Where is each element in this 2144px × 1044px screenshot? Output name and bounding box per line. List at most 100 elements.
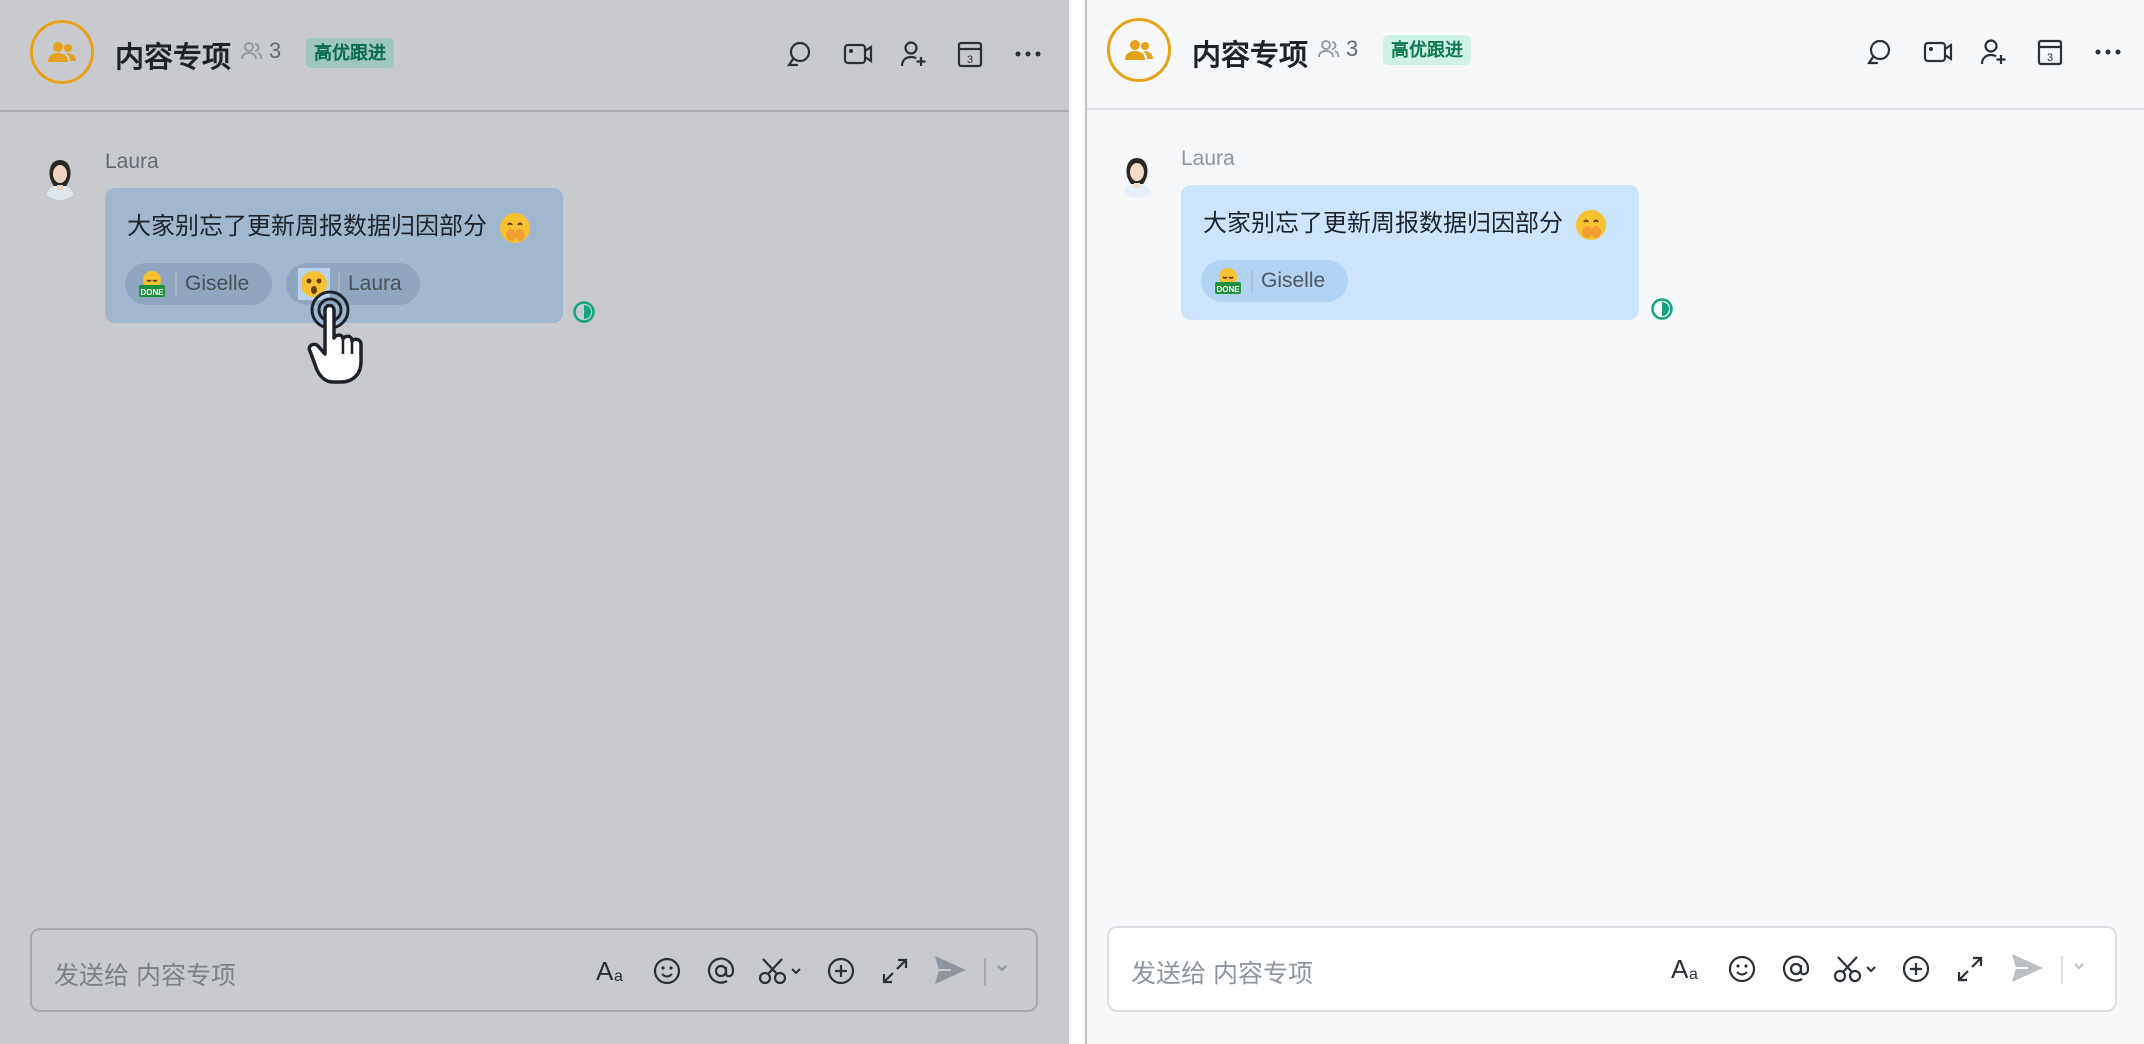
member-count[interactable]: 3 — [241, 38, 281, 64]
surprised-face-emoji — [298, 268, 330, 300]
priority-tag[interactable]: 高优跟进 — [1383, 35, 1471, 65]
svg-text:A: A — [596, 956, 614, 986]
member-count[interactable]: 3 — [1318, 36, 1358, 62]
message-bubble[interactable]: 大家别忘了更新周报数据归因部分 DONE Giselle — [105, 188, 563, 323]
members-icon — [241, 42, 263, 60]
reaction-user: Laura — [348, 272, 402, 295]
reaction-chip[interactable]: Laura — [286, 263, 420, 305]
text-format-button[interactable]: Aa — [1661, 950, 1715, 988]
emoji-button[interactable] — [1715, 950, 1769, 988]
mention-icon — [707, 957, 735, 984]
send-options-button[interactable] — [994, 960, 1010, 981]
add-member-button[interactable] — [1980, 34, 2037, 70]
text-format-button[interactable]: Aa — [586, 952, 640, 990]
message-text: 大家别忘了更新周报数据归因部分 — [127, 206, 532, 245]
chat-panel-after: 内容专项 3 高优跟进 3 Laura 大家别忘了更新周报数据归因部分 DONE… — [1087, 0, 2144, 1044]
message-bubble[interactable]: 大家别忘了更新周报数据归因部分 DONE Giselle — [1181, 185, 1639, 320]
video-call-button[interactable] — [1923, 34, 1980, 70]
search-button[interactable] — [786, 36, 843, 72]
add-button[interactable] — [1889, 950, 1943, 988]
text-format-icon: Aa — [596, 956, 623, 986]
svg-text:3: 3 — [2047, 52, 2053, 64]
reaction-separator — [175, 273, 177, 295]
more-icon — [2095, 49, 2121, 55]
add-member-button[interactable] — [900, 36, 957, 72]
group-icon — [1125, 40, 1153, 60]
send-button[interactable] — [932, 952, 968, 993]
chat-header: 内容专项 3 高优跟进 3 — [0, 0, 1069, 112]
screenshot-button[interactable] — [748, 952, 814, 990]
more-button[interactable] — [1014, 36, 1069, 72]
member-count-value: 3 — [269, 38, 282, 63]
message-composer[interactable]: 发送给 内容专项 Aa — [1107, 926, 2117, 1012]
scissors-icon — [1833, 956, 1876, 983]
screenshot-button[interactable] — [1823, 950, 1889, 988]
message-composer[interactable]: 发送给 内容专项 Aa — [30, 928, 1038, 1012]
message-content: 大家别忘了更新周报数据归因部分 — [127, 213, 487, 240]
avatar[interactable] — [1115, 150, 1159, 198]
mention-button[interactable] — [694, 952, 748, 990]
emoji-icon — [1728, 955, 1756, 983]
more-button[interactable] — [2094, 34, 2144, 70]
message-text: 大家别忘了更新周报数据归因部分 — [1203, 203, 1608, 242]
reaction-chip[interactable]: DONE Giselle — [1201, 260, 1348, 302]
reaction-user: Giselle — [1261, 269, 1326, 292]
reaction-user: Giselle — [185, 272, 250, 295]
svg-text:DONE: DONE — [140, 288, 164, 297]
calendar-icon: 3 — [957, 41, 983, 68]
avatar[interactable] — [38, 152, 82, 200]
composer-input[interactable]: 发送给 内容专项 — [1131, 954, 1313, 990]
reaction-separator — [1251, 270, 1253, 292]
shushing-face-emoji — [1575, 209, 1606, 240]
video-icon — [1923, 41, 1953, 63]
composer-input[interactable]: 发送给 内容专项 — [54, 956, 236, 992]
svg-text:a: a — [614, 968, 623, 985]
send-options-button[interactable] — [2071, 958, 2087, 979]
emoji-icon — [653, 957, 681, 985]
svg-text:A: A — [1671, 954, 1689, 984]
avatar-image — [1115, 150, 1159, 198]
group-avatar[interactable] — [1107, 18, 1171, 82]
expand-button[interactable] — [1943, 950, 1997, 988]
send-separator — [2061, 956, 2063, 984]
video-icon — [843, 43, 873, 65]
read-status-icon[interactable] — [572, 300, 596, 324]
video-call-button[interactable] — [843, 36, 900, 72]
mention-button[interactable] — [1769, 950, 1823, 988]
calendar-icon: 3 — [2037, 39, 2063, 66]
chat-title: 内容专项 — [1192, 40, 1309, 72]
composer-toolbar: Aa — [586, 952, 922, 990]
calendar-button[interactable]: 3 — [2037, 34, 2094, 70]
group-icon — [48, 42, 76, 62]
composer-toolbar: Aa — [1661, 950, 1997, 988]
search-button[interactable] — [1866, 34, 1923, 70]
message-content: 大家别忘了更新周报数据归因部分 — [1203, 210, 1563, 237]
expand-button[interactable] — [868, 952, 922, 990]
chat-title: 内容专项 — [115, 42, 232, 74]
read-status-icon[interactable] — [1650, 297, 1674, 321]
add-member-icon — [900, 41, 926, 67]
member-count-value: 3 — [1346, 36, 1359, 61]
chat-panel-before: 内容专项 3 高优跟进 3 Laura 大家别忘了更新周报数据归因部分 DONE… — [0, 0, 1069, 1044]
expand-icon — [882, 958, 908, 984]
done-emoji: DONE — [139, 271, 165, 297]
scissors-icon — [758, 958, 801, 985]
text-format-icon: Aa — [1671, 954, 1698, 984]
search-icon — [1866, 39, 1891, 65]
reaction-chip[interactable]: DONE Giselle — [125, 263, 272, 305]
sender-name[interactable]: Laura — [105, 150, 159, 174]
emoji-button[interactable] — [640, 952, 694, 990]
svg-text:3: 3 — [967, 54, 973, 66]
send-button[interactable] — [2009, 950, 2045, 991]
priority-tag[interactable]: 高优跟进 — [306, 38, 394, 68]
calendar-button[interactable]: 3 — [957, 36, 1014, 72]
panel-divider — [1069, 0, 1087, 1044]
send-separator — [984, 958, 986, 986]
send-icon — [935, 956, 966, 984]
members-icon — [1318, 40, 1340, 58]
shushing-face-emoji — [499, 212, 530, 243]
group-avatar[interactable] — [30, 20, 94, 84]
add-button[interactable] — [814, 952, 868, 990]
header-actions: 3 — [1866, 34, 2144, 70]
sender-name[interactable]: Laura — [1181, 147, 1235, 171]
